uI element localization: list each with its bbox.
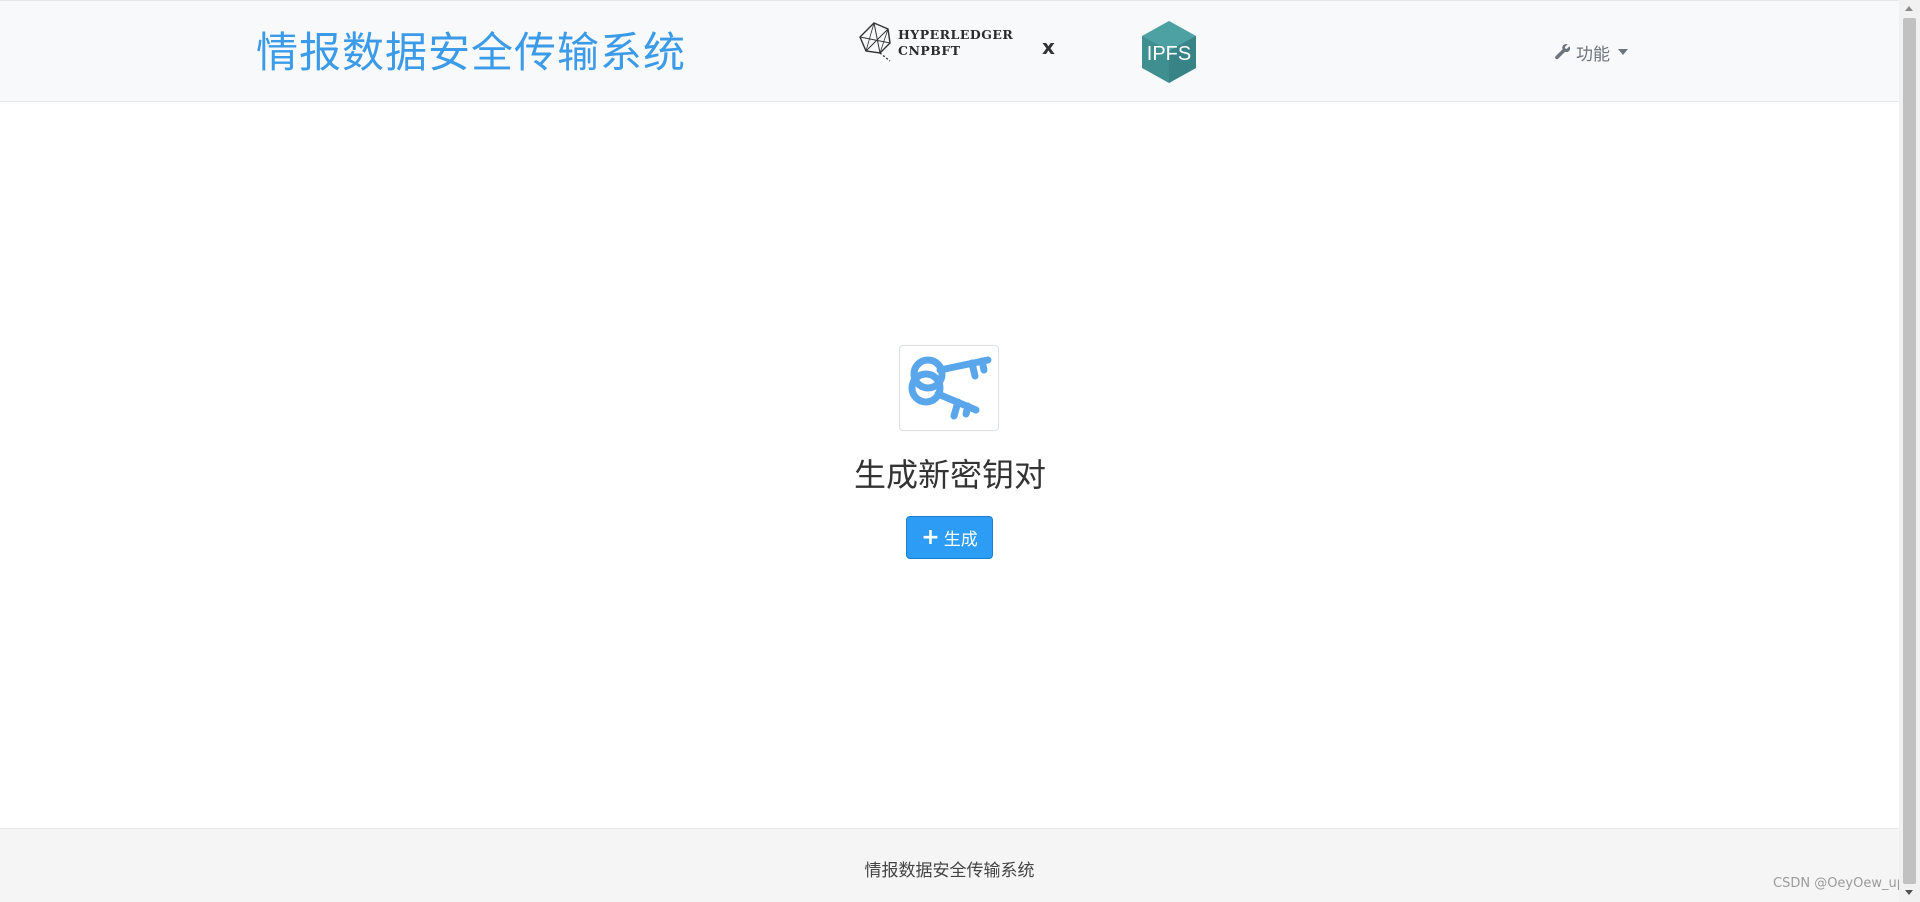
key-pair-image	[899, 345, 999, 431]
scroll-down-arrow-icon[interactable]	[1905, 890, 1913, 895]
hyperledger-text: HYPERLEDGER CNPBFT	[898, 27, 1013, 59]
generate-button[interactable]: + 生成	[906, 516, 993, 559]
logo-separator: x	[1042, 35, 1055, 59]
keys-icon	[908, 356, 992, 420]
generate-button-label: 生成	[943, 530, 978, 550]
brand-title[interactable]: 情报数据安全传输系统	[256, 19, 686, 80]
wrench-icon	[1555, 44, 1571, 60]
ipfs-logo-text: IPFS	[1147, 43, 1191, 65]
scrollbar-thumb[interactable]	[1903, 18, 1916, 884]
footer-text: 情报数据安全传输系统	[864, 861, 1035, 881]
vertical-scrollbar[interactable]	[1899, 0, 1920, 902]
csdn-watermark: CSDN @OeyOew_up	[1773, 876, 1905, 891]
function-menu-label: 功能	[1576, 44, 1610, 65]
hyperledger-line2: CNPBFT	[898, 43, 961, 58]
ipfs-icon: IPFS	[1142, 21, 1196, 83]
function-menu-dropdown[interactable]: 功能	[1554, 39, 1628, 65]
footer: 情报数据安全传输系统	[0, 828, 1899, 902]
caret-down-icon	[1618, 49, 1628, 55]
page: 情报数据安全传输系统 HYPERLEDGER CNPBFT x IPFS 功能 …	[0, 0, 1920, 902]
generate-keypair-title: 生成新密钥对	[853, 456, 1046, 494]
hyperledger-icon	[859, 22, 891, 62]
ipfs-logo: IPFS	[1140, 19, 1198, 85]
plus-icon: +	[921, 524, 940, 550]
hyperledger-logo: HYPERLEDGER CNPBFT	[856, 19, 1016, 67]
generate-keypair-panel: 生成新密钥对 + 生成	[0, 102, 1899, 828]
scroll-up-arrow-icon[interactable]	[1905, 6, 1913, 11]
top-navbar: 情报数据安全传输系统 HYPERLEDGER CNPBFT x IPFS 功能	[0, 0, 1899, 102]
hyperledger-line1: HYPERLEDGER	[898, 27, 1014, 42]
